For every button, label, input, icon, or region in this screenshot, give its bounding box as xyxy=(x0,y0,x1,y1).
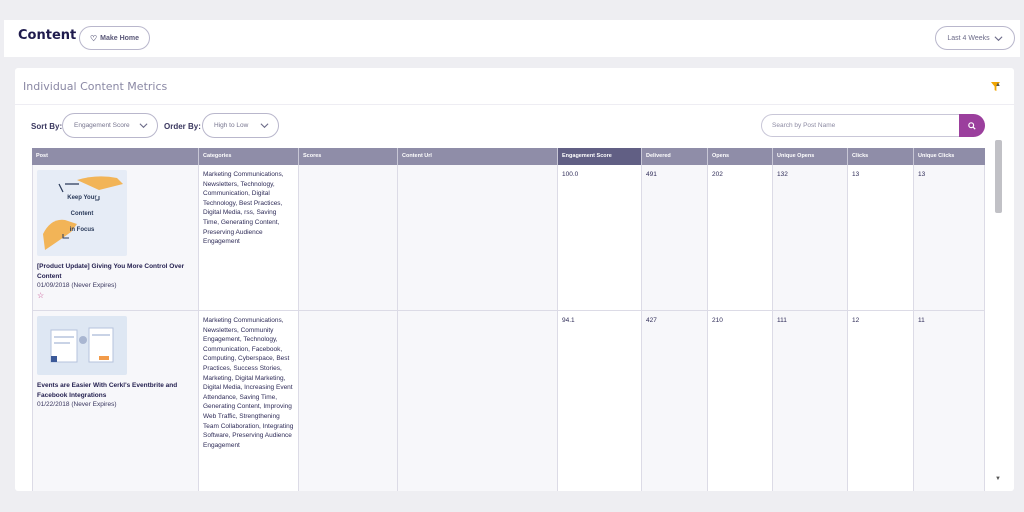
make-home-label: Make Home xyxy=(100,34,140,42)
top-bar: Content ♡ Make Home Last 4 Weeks xyxy=(4,20,1020,57)
post-title-link[interactable]: [Product Update] Giving You More Control… xyxy=(37,262,194,281)
search-input[interactable] xyxy=(761,114,960,137)
content-metrics-panel: Individual Content Metrics Sort By: Enga… xyxy=(15,68,1014,491)
content-url-cell xyxy=(398,165,558,310)
search-icon xyxy=(968,121,976,130)
engagement-score-cell: 100.0 xyxy=(558,165,642,310)
panel-title: Individual Content Metrics xyxy=(23,80,168,93)
opens-cell: 210 xyxy=(708,311,773,491)
chevron-down-icon xyxy=(994,35,1003,41)
scores-cell xyxy=(299,311,398,491)
engagement-score-cell: 94.1 xyxy=(558,311,642,491)
column-header-opens[interactable]: Opens xyxy=(708,148,773,165)
post-date: 01/22/2018 (Never Expires) xyxy=(37,401,117,409)
clicks-cell: 13 xyxy=(848,165,914,310)
post-thumbnail[interactable] xyxy=(37,316,127,375)
integration-illustration xyxy=(50,327,114,363)
order-by-label: Order By: xyxy=(164,122,201,131)
content-url-cell xyxy=(398,311,558,491)
chevron-down-icon xyxy=(260,123,269,129)
column-header-unique-opens[interactable]: Unique Opens xyxy=(773,148,848,165)
post-title-link[interactable]: Events are Easier With Cerkl's Eventbrit… xyxy=(37,381,194,400)
post-cell: Keep Your Content in Focus [Product Upda… xyxy=(33,165,199,310)
column-header-clicks[interactable]: Clicks xyxy=(848,148,914,165)
column-header-content-url[interactable]: Content Url xyxy=(398,148,558,165)
delivered-cell: 427 xyxy=(642,311,708,491)
vertical-scrollbar[interactable]: ▲ ▼ xyxy=(993,78,1003,490)
search-button[interactable] xyxy=(959,114,985,137)
scrollbar-thumb[interactable] xyxy=(995,140,1002,213)
post-thumbnail[interactable]: Keep Your Content in Focus xyxy=(37,170,127,256)
unique-opens-cell: 111 xyxy=(773,311,848,491)
scroll-down-arrow-icon[interactable]: ▼ xyxy=(995,476,1001,482)
column-header-categories[interactable]: Categories xyxy=(199,148,299,165)
column-header-post[interactable]: Post xyxy=(32,148,199,165)
scores-cell xyxy=(299,165,398,310)
table-row: Keep Your Content in Focus [Product Upda… xyxy=(32,165,985,311)
table-row: Events are Easier With Cerkl's Eventbrit… xyxy=(32,311,985,491)
thumbnail-text-2: Content xyxy=(70,211,94,217)
order-by-value: High to Low xyxy=(214,122,249,129)
chevron-down-icon xyxy=(139,123,148,129)
delivered-cell: 491 xyxy=(642,165,708,310)
table-header: Post Categories Scores Content Url Engag… xyxy=(32,148,985,165)
column-header-delivered[interactable]: Delivered xyxy=(642,148,708,165)
scroll-up-arrow-icon[interactable]: ▲ xyxy=(995,82,1001,88)
unique-clicks-cell: 11 xyxy=(914,311,985,491)
clicks-cell: 12 xyxy=(848,311,914,491)
column-header-engagement-score[interactable]: Engagement Score xyxy=(558,148,642,165)
metrics-table: Post Categories Scores Content Url Engag… xyxy=(32,148,985,491)
column-header-unique-clicks[interactable]: Unique Clicks xyxy=(914,148,985,165)
thumbnail-text-1: Keep Your xyxy=(67,195,97,201)
unique-opens-cell: 132 xyxy=(773,165,848,310)
post-cell: Events are Easier With Cerkl's Eventbrit… xyxy=(33,311,199,491)
column-header-scores[interactable]: Scores xyxy=(299,148,398,165)
page-title: Content xyxy=(18,28,77,43)
categories-cell: Marketing Communications, Newsletters, T… xyxy=(199,165,299,310)
sort-by-label: Sort By: xyxy=(31,122,63,131)
make-home-button[interactable]: ♡ Make Home xyxy=(79,26,150,50)
post-date: 01/09/2018 (Never Expires) xyxy=(37,282,117,290)
heart-icon: ♡ xyxy=(89,33,98,43)
sort-by-value: Engagement Score xyxy=(74,122,130,129)
unique-clicks-cell: 13 xyxy=(914,165,985,310)
date-range-dropdown[interactable]: Last 4 Weeks xyxy=(935,26,1015,50)
divider xyxy=(15,104,1014,105)
opens-cell: 202 xyxy=(708,165,773,310)
categories-cell: Marketing Communications, Newsletters, C… xyxy=(199,311,299,491)
order-by-dropdown[interactable]: High to Low xyxy=(202,113,279,138)
date-range-label: Last 4 Weeks xyxy=(947,34,990,42)
sort-by-dropdown[interactable]: Engagement Score xyxy=(62,113,158,138)
star-icon[interactable]: ☆ xyxy=(37,291,194,300)
thumbnail-text-3: in Focus xyxy=(69,227,95,233)
